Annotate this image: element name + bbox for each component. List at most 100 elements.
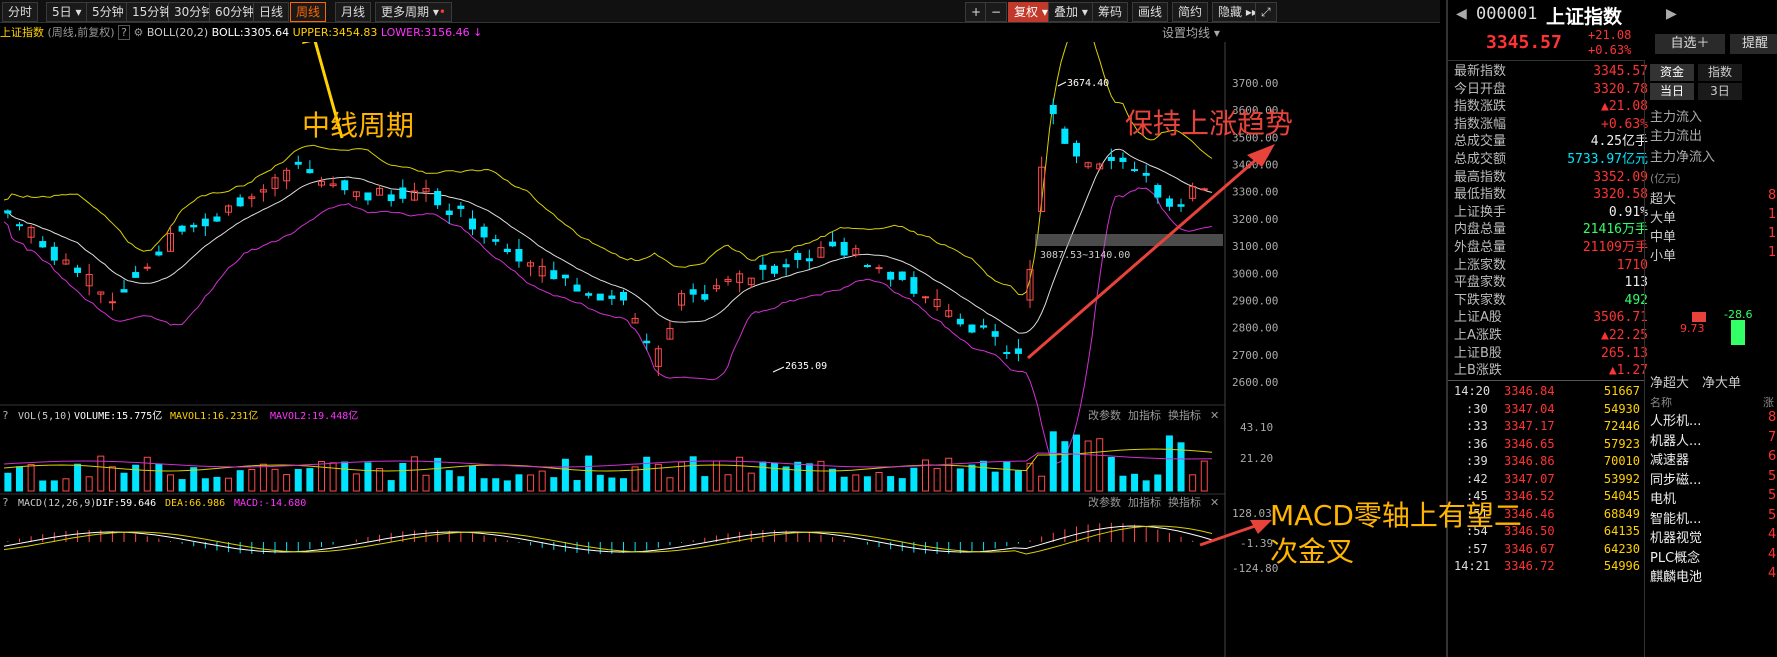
- vol-help-icon[interactable]: ?: [2, 409, 9, 422]
- tick-row: :42 3347.07 53992: [1454, 471, 1640, 488]
- vol-switch-button[interactable]: 换指标: [1168, 408, 1201, 422]
- macd-value: MACD:-14.680: [234, 498, 306, 509]
- period-more[interactable]: 更多周期 ▾•: [375, 2, 452, 22]
- zoom-out-button[interactable]: −: [985, 2, 1008, 22]
- fullscreen-icon[interactable]: ⤢: [1255, 2, 1277, 22]
- macd-help-icon[interactable]: ?: [2, 496, 9, 509]
- tab-today[interactable]: 当日: [1650, 83, 1694, 100]
- add-watchlist-button[interactable]: 自选＋: [1655, 34, 1725, 54]
- volume-bar: [527, 474, 535, 492]
- candle-body: [201, 218, 209, 227]
- period-weekly[interactable]: 周线: [290, 2, 327, 22]
- sector-name[interactable]: 机器视觉: [1650, 527, 1702, 546]
- sector-name[interactable]: 减速器: [1650, 449, 1689, 468]
- candle-body: [1165, 198, 1173, 207]
- sector-name[interactable]: 人形机...: [1650, 410, 1701, 429]
- sector-name[interactable]: 同步磁...: [1650, 469, 1701, 488]
- prev-icon[interactable]: ◀: [1456, 6, 1467, 22]
- stat-label: 最高指数: [1454, 169, 1507, 185]
- sector-name[interactable]: PLC概念: [1650, 547, 1700, 566]
- zoom-in-button[interactable]: +: [965, 2, 988, 22]
- close-icon[interactable]: ✕: [1210, 496, 1219, 509]
- candle-body: [39, 241, 47, 248]
- chips-button[interactable]: 筹码: [1092, 2, 1129, 22]
- tick-time: 14:20: [1454, 384, 1491, 398]
- tab-net-superlarge[interactable]: 净超大: [1650, 372, 1689, 391]
- vol-param-button[interactable]: 改参数: [1088, 408, 1121, 422]
- candle-body: [364, 192, 372, 201]
- volume-bar: [515, 474, 523, 492]
- sector-name[interactable]: 机器人...: [1650, 430, 1701, 449]
- macd-param-button[interactable]: 改参数: [1088, 495, 1121, 509]
- period-daily[interactable]: 日线: [253, 2, 290, 22]
- sector-name[interactable]: 电机: [1650, 488, 1676, 507]
- candle-body: [50, 246, 58, 261]
- sector-name[interactable]: 智能机...: [1650, 508, 1701, 527]
- alert-button[interactable]: 提醒: [1730, 34, 1777, 54]
- stat-label: 外盘总量: [1454, 240, 1507, 255]
- period-intraday[interactable]: 分时: [2, 2, 39, 22]
- tick-price: 3347.04: [1504, 401, 1555, 416]
- volume-bar: [910, 467, 918, 492]
- candle-body: [143, 266, 151, 269]
- macd-add-button[interactable]: 加指标: [1128, 495, 1161, 509]
- hide-label: 隐藏: [1218, 5, 1243, 19]
- tick-time: :42: [1466, 471, 1488, 486]
- volume-bar: [15, 466, 23, 492]
- macd-switch-button[interactable]: 换指标: [1168, 495, 1201, 509]
- gear-icon[interactable]: ⚙: [133, 26, 143, 39]
- volume-bar: [1154, 474, 1162, 492]
- tick-volume: 64230: [1603, 541, 1640, 556]
- stat-label: 指数涨幅: [1454, 116, 1507, 132]
- tab-index[interactable]: 指数: [1698, 64, 1742, 81]
- help-icon[interactable]: ?: [118, 25, 130, 40]
- period-5day[interactable]: 5日 ▾: [46, 2, 88, 22]
- low-label: 2635.09: [785, 361, 827, 372]
- tick-time: :33: [1466, 419, 1488, 433]
- period-monthly[interactable]: 月线: [335, 2, 372, 22]
- volume-bar: [422, 474, 430, 492]
- draw-button[interactable]: 画线: [1132, 2, 1169, 22]
- order-size-label: 中单: [1650, 230, 1677, 245]
- simple-button[interactable]: 简约: [1172, 2, 1209, 22]
- tab-net-large[interactable]: 净大单: [1702, 372, 1741, 391]
- stat-label: 总成交额: [1454, 152, 1507, 167]
- volume-bar: [387, 480, 395, 492]
- volume-bar: [968, 464, 976, 492]
- tick-time: :30: [1466, 401, 1488, 416]
- arrow-down-icon: ↓: [473, 26, 483, 39]
- sector-change-header: 涨: [1763, 396, 1774, 409]
- macd-axis-top: 128.03: [1232, 507, 1272, 520]
- adjust-button[interactable]: 复权 ▾: [1008, 2, 1054, 22]
- order-size-value: 14: [1768, 207, 1777, 222]
- volume-bar: [759, 461, 767, 492]
- candle-body: [585, 293, 593, 296]
- volume-bar: [875, 472, 883, 492]
- sector-name[interactable]: 麒麟电池: [1650, 566, 1702, 585]
- stat-label: 平盘家数: [1454, 275, 1507, 291]
- boll-label: BOLL(20,2): [146, 26, 209, 39]
- candle-body: [1154, 185, 1162, 198]
- vol-add-button[interactable]: 加指标: [1128, 408, 1161, 422]
- candle-body: [898, 271, 906, 280]
- candle-body: [980, 325, 988, 328]
- volume-bar: [898, 478, 906, 492]
- price-tick-label: 2600.00: [1232, 376, 1278, 389]
- order-size-label: 小单: [1650, 249, 1677, 264]
- macd-indicator: [3, 522, 1213, 555]
- candle-body: [4, 210, 12, 214]
- candle-body: [306, 169, 314, 174]
- ma-settings-button[interactable]: 设置均线 ▾: [1162, 24, 1220, 41]
- volume-bar: [155, 463, 163, 492]
- period-5min[interactable]: 5分钟: [86, 2, 130, 22]
- stat-label: 上B涨跌: [1454, 363, 1502, 379]
- macd-dif-line: [3, 525, 1213, 553]
- volume-bar: [770, 462, 778, 492]
- tab-3day[interactable]: 3日: [1698, 83, 1742, 100]
- tab-funds[interactable]: 资金: [1650, 64, 1694, 81]
- quote-panel: ◀ 000001 上证指数 ▶ 3345.57 +21.08 +0.63% 自选…: [1446, 0, 1777, 657]
- overlay-button[interactable]: 叠加 ▾: [1048, 2, 1094, 22]
- candle-body: [178, 225, 186, 232]
- next-icon[interactable]: ▶: [1666, 6, 1677, 22]
- close-icon[interactable]: ✕: [1210, 409, 1219, 422]
